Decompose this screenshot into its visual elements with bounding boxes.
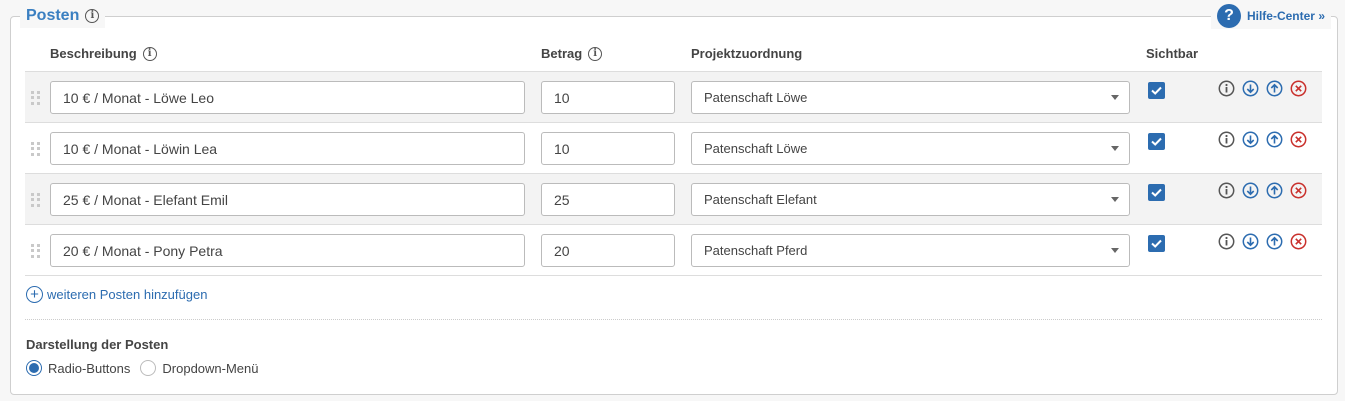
move-down-icon[interactable] <box>1242 233 1259 250</box>
visible-checkbox[interactable] <box>1148 184 1165 201</box>
move-down-icon[interactable] <box>1242 80 1259 97</box>
radio-option-radio-buttons[interactable]: Radio-Buttons <box>26 360 130 376</box>
add-item-label[interactable]: weiteren Posten hinzufügen <box>47 287 207 302</box>
move-down-icon[interactable] <box>1242 182 1259 199</box>
project-select[interactable]: Patenschaft Löwe <box>691 132 1130 165</box>
drag-handle-icon[interactable] <box>31 91 41 105</box>
description-input[interactable]: 10 € / Monat - Löwe Leo <box>50 81 525 114</box>
move-up-icon[interactable] <box>1266 131 1283 148</box>
table-header: Beschreibung i Betrag i Projektzuordnung… <box>0 46 1345 64</box>
display-section-title: Darstellung der Posten <box>26 337 169 352</box>
radio-label[interactable]: Radio-Buttons <box>48 361 130 376</box>
info-icon[interactable] <box>1218 131 1235 148</box>
project-select[interactable]: Patenschaft Löwe <box>691 81 1130 114</box>
amount-input[interactable]: 20 <box>541 234 675 267</box>
description-input[interactable]: 25 € / Monat - Elefant Emil <box>50 183 525 216</box>
table-bottom-divider <box>25 275 1322 276</box>
visible-checkbox[interactable] <box>1148 133 1165 150</box>
row-actions <box>1218 80 1307 97</box>
radio-button-unselected[interactable] <box>140 360 157 376</box>
info-icon[interactable] <box>1218 182 1235 199</box>
project-select[interactable]: Patenschaft Elefant <box>691 183 1130 216</box>
move-up-icon[interactable] <box>1266 80 1283 97</box>
description-info-icon[interactable]: i <box>142 46 157 61</box>
column-header-visible: Sichtbar <box>1146 46 1199 61</box>
section-title: Posten <box>26 7 80 24</box>
table-row: 20 € / Monat - Pony Petra 20 Patenschaft… <box>25 224 1322 275</box>
move-up-icon[interactable] <box>1266 182 1283 199</box>
project-select-value: Patenschaft Löwe <box>704 90 808 105</box>
amount-input[interactable]: 10 <box>541 132 675 165</box>
section-legend: Posten i <box>20 4 106 28</box>
radio-option-dropdown[interactable]: Dropdown-Menü <box>140 360 259 376</box>
section-divider <box>25 319 1322 320</box>
delete-icon[interactable] <box>1290 182 1307 199</box>
chevron-down-icon <box>1111 95 1119 100</box>
chevron-down-icon <box>1111 197 1119 202</box>
project-select-value: Patenschaft Elefant <box>704 192 817 207</box>
delete-icon[interactable] <box>1290 131 1307 148</box>
visible-checkbox[interactable] <box>1148 82 1165 99</box>
chevron-down-icon <box>1111 146 1119 151</box>
drag-handle-icon[interactable] <box>31 193 41 207</box>
description-input[interactable]: 20 € / Monat - Pony Petra <box>50 234 525 267</box>
table-row: 10 € / Monat - Löwin Lea 10 Patenschaft … <box>25 122 1322 173</box>
info-icon[interactable] <box>1218 80 1235 97</box>
plus-circle-icon[interactable]: + <box>26 286 43 303</box>
chevron-down-icon <box>1111 248 1119 253</box>
drag-handle-icon[interactable] <box>31 142 41 156</box>
help-center-link[interactable]: ? Hilfe-Center » <box>1210 3 1331 29</box>
question-mark-icon[interactable]: ? <box>1216 4 1241 28</box>
description-input[interactable]: 10 € / Monat - Löwin Lea <box>50 132 525 165</box>
delete-icon[interactable] <box>1290 233 1307 250</box>
radio-button-selected[interactable] <box>26 360 42 376</box>
visible-checkbox[interactable] <box>1148 235 1165 252</box>
row-actions <box>1218 233 1307 250</box>
radio-label[interactable]: Dropdown-Menü <box>162 361 258 376</box>
column-header-project: Projektzuordnung <box>691 46 803 61</box>
table-row: 25 € / Monat - Elefant Emil 25 Patenscha… <box>25 173 1322 224</box>
project-select-value: Patenschaft Pferd <box>704 243 808 258</box>
project-select[interactable]: Patenschaft Pferd <box>691 234 1130 267</box>
table-row: 10 € / Monat - Löwe Leo 10 Patenschaft L… <box>25 71 1322 122</box>
add-item-link[interactable]: + weiteren Posten hinzufügen <box>26 286 207 303</box>
delete-icon[interactable] <box>1290 80 1307 97</box>
project-select-value: Patenschaft Löwe <box>704 141 808 156</box>
row-actions <box>1218 131 1307 148</box>
section-info-icon[interactable]: i <box>85 9 100 23</box>
drag-handle-icon[interactable] <box>31 244 41 258</box>
amount-input[interactable]: 10 <box>541 81 675 114</box>
column-header-description: Beschreibung i <box>50 46 157 61</box>
row-actions <box>1218 182 1307 199</box>
amount-input[interactable]: 25 <box>541 183 675 216</box>
info-icon[interactable] <box>1218 233 1235 250</box>
display-radio-group: Radio-Buttons Dropdown-Menü <box>26 360 259 376</box>
column-header-amount: Betrag i <box>541 46 603 61</box>
help-center-label[interactable]: Hilfe-Center » <box>1247 9 1325 23</box>
move-up-icon[interactable] <box>1266 233 1283 250</box>
move-down-icon[interactable] <box>1242 131 1259 148</box>
amount-info-icon[interactable]: i <box>588 46 603 61</box>
